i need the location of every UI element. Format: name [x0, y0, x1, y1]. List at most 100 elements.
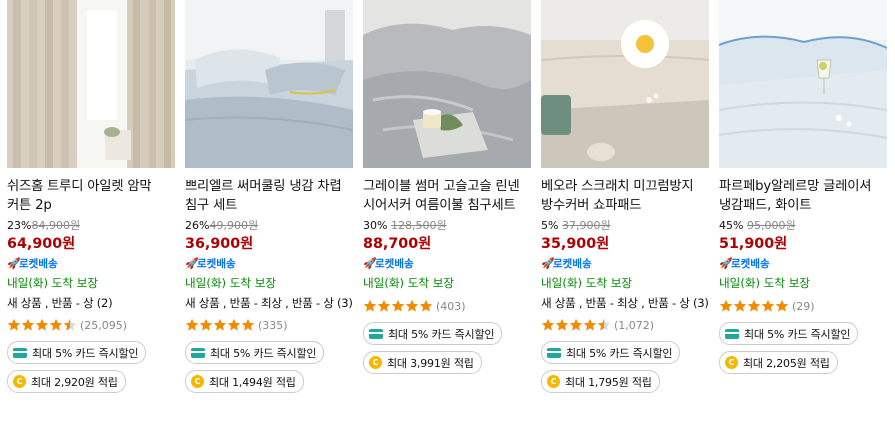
card-discount-badge: 최대 5% 카드 즉시할인 — [363, 322, 503, 345]
product-card[interactable]: 쁘리엘르 써머쿨링 냉감 차렵 침구 세트 26%49,900원 36,900원… — [185, 0, 353, 393]
credit-card-icon — [547, 347, 561, 358]
star-icon — [747, 299, 761, 312]
coin-icon: C — [369, 356, 382, 369]
product-grid: 쉬즈홈 트루디 아일렛 암막 커튼 2p 23%84,900원 64,900원 … — [0, 0, 895, 425]
coin-icon: C — [725, 356, 738, 369]
card-discount-badge: 최대 5% 카드 즉시할인 — [719, 322, 859, 345]
review-count: (403) — [436, 299, 466, 313]
product-image[interactable] — [541, 0, 709, 168]
star-icon — [241, 318, 255, 331]
arrival-guarantee: 내일(화) 도착 보장 — [541, 276, 633, 290]
original-price: 95,000원 — [746, 219, 796, 232]
product-image[interactable] — [7, 0, 175, 168]
star-rating — [541, 318, 611, 332]
rating: (335) — [185, 315, 353, 335]
rocket-delivery-badge: 🚀로켓배송 — [7, 257, 58, 270]
arrival-guarantee: 내일(화) 도착 보장 — [363, 276, 455, 290]
product-image[interactable] — [185, 0, 353, 168]
price-row: 23%84,900원 — [7, 217, 175, 234]
star-icon — [227, 318, 241, 331]
star-icon — [363, 299, 377, 312]
star-icon — [213, 318, 227, 331]
condition-options[interactable]: 새 상품 , 반품 - 상 (2) — [7, 294, 175, 313]
discount-rate: 30% — [363, 219, 388, 232]
rocket-icon: 🚀 — [719, 257, 733, 270]
star-icon — [541, 318, 555, 331]
sale-price: 51,900원 — [719, 236, 788, 252]
coin-icon: C — [547, 375, 560, 388]
product-card[interactable]: 파르페by알레르망 글레이셔 냉감패드, 화이트 45% 95,000원 51,… — [719, 0, 887, 374]
price-row: 26%49,900원 — [185, 217, 353, 234]
review-count: (1,072) — [614, 318, 655, 332]
product-card[interactable]: 베오라 스크래치 미끄럼방지 방수커버 쇼파패드 5% 37,900원 35,9… — [541, 0, 709, 393]
card-discount-badge: 최대 5% 카드 즉시할인 — [7, 341, 147, 364]
star-icon — [377, 299, 391, 312]
star-icon — [569, 318, 583, 331]
product-image[interactable] — [719, 0, 887, 168]
rocket-icon: 🚀 — [7, 257, 21, 270]
points-badge: C 최대 3,991원 적립 — [363, 351, 482, 374]
star-icon — [775, 299, 789, 312]
star-icon — [719, 299, 733, 312]
credit-card-icon — [191, 347, 205, 358]
points-badge: C 최대 1,795원 적립 — [541, 370, 660, 393]
original-price: 49,900원 — [209, 219, 259, 232]
price-row: 45% 95,000원 — [719, 217, 887, 234]
condition-options[interactable]: 새 상품 , 반품 - 최상 , 반품 - 상 (3) — [185, 294, 353, 313]
condition-options[interactable]: 새 상품 , 반품 - 최상 , 반품 - 상 (3) — [541, 294, 709, 313]
rocket-delivery-badge: 🚀로켓배송 — [185, 257, 236, 270]
original-price: 128,500원 — [390, 219, 447, 232]
star-icon — [419, 299, 433, 312]
star-icon — [63, 318, 77, 331]
discount-rate: 45% — [719, 219, 744, 232]
star-icon — [21, 318, 35, 331]
card-discount-badge: 최대 5% 카드 즉시할인 — [185, 341, 325, 364]
credit-card-icon — [13, 347, 27, 358]
sale-price: 64,900원 — [7, 236, 76, 252]
star-icon — [391, 299, 405, 312]
star-rating — [185, 318, 255, 332]
star-icon — [583, 318, 597, 331]
product-title[interactable]: 베오라 스크래치 미끄럼방지 방수커버 쇼파패드 — [541, 177, 709, 215]
points-badge: C 최대 2,920원 적립 — [7, 370, 126, 393]
rocket-delivery-badge: 🚀로켓배송 — [541, 257, 592, 270]
coin-icon: C — [191, 375, 204, 388]
rocket-delivery-badge: 🚀로켓배송 — [719, 257, 770, 270]
rocket-icon: 🚀 — [541, 257, 555, 270]
star-icon — [555, 318, 569, 331]
star-rating — [363, 299, 433, 313]
product-title[interactable]: 쉬즈홈 트루디 아일렛 암막 커튼 2p — [7, 177, 175, 215]
product-title[interactable]: 그레이블 썸머 고슬고슬 린넨 시어서커 여름이불 침구세트 — [363, 177, 531, 215]
product-card[interactable]: 그레이블 썸머 고슬고슬 린넨 시어서커 여름이불 침구세트 30% 128,5… — [363, 0, 531, 374]
star-rating — [719, 299, 789, 313]
review-count: (25,095) — [80, 318, 128, 332]
star-icon — [597, 318, 611, 331]
rating: (403) — [363, 296, 531, 316]
review-count: (29) — [792, 299, 815, 313]
arrival-guarantee: 내일(화) 도착 보장 — [719, 276, 811, 290]
credit-card-icon — [369, 328, 383, 339]
card-discount-badge: 최대 5% 카드 즉시할인 — [541, 341, 681, 364]
star-icon — [185, 318, 199, 331]
rating: (29) — [719, 296, 887, 316]
points-badge: C 최대 1,494원 적립 — [185, 370, 304, 393]
discount-rate: 26% — [185, 219, 210, 232]
rocket-icon: 🚀 — [363, 257, 377, 270]
review-count: (335) — [258, 318, 288, 332]
discount-rate: 5% — [541, 219, 559, 232]
arrival-guarantee: 내일(화) 도착 보장 — [7, 276, 99, 290]
discount-rate: 23% — [7, 219, 32, 232]
original-price: 84,900원 — [31, 219, 81, 232]
rocket-icon: 🚀 — [185, 257, 199, 270]
star-icon — [405, 299, 419, 312]
product-title[interactable]: 쁘리엘르 써머쿨링 냉감 차렵 침구 세트 — [185, 177, 353, 215]
star-icon — [35, 318, 49, 331]
coin-icon: C — [13, 375, 26, 388]
price-row: 5% 37,900원 — [541, 217, 709, 234]
star-icon — [7, 318, 21, 331]
product-card[interactable]: 쉬즈홈 트루디 아일렛 암막 커튼 2p 23%84,900원 64,900원 … — [7, 0, 175, 393]
price-row: 30% 128,500원 — [363, 217, 531, 234]
star-icon — [761, 299, 775, 312]
product-image[interactable] — [363, 0, 531, 168]
product-title[interactable]: 파르페by알레르망 글레이셔 냉감패드, 화이트 — [719, 177, 887, 215]
